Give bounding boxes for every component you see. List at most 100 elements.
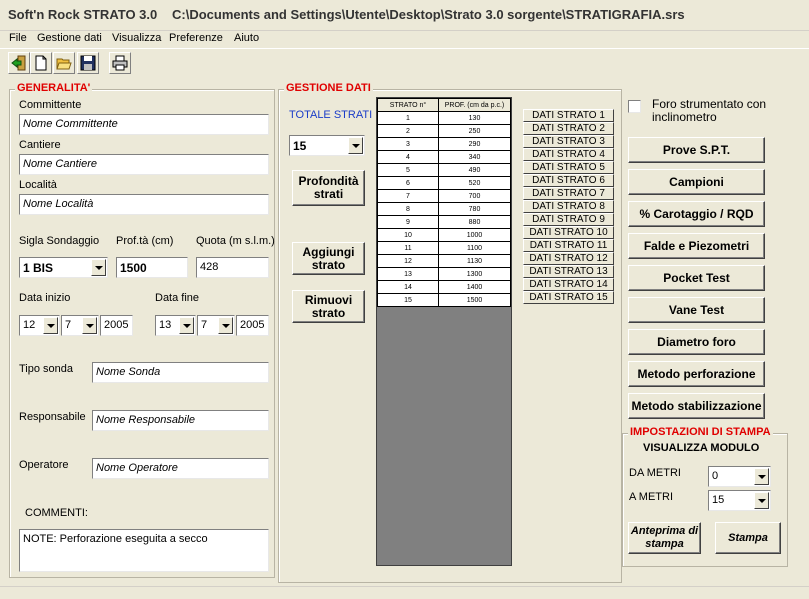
commenti-textarea[interactable]: NOTE: Perforazione eseguita a secco xyxy=(19,529,269,572)
strato-number-cell[interactable]: 8 xyxy=(377,202,439,216)
menu-visualizza[interactable]: Visualizza xyxy=(112,32,161,44)
table-row[interactable]: 8 780 xyxy=(377,202,511,216)
table-row[interactable]: 5 490 xyxy=(377,163,511,177)
campioni-button[interactable]: Campioni xyxy=(628,169,765,195)
open-button[interactable] xyxy=(53,52,75,74)
chevron-down-icon[interactable] xyxy=(82,317,97,334)
profondita-strati-button[interactable]: Profondità strati xyxy=(292,170,365,206)
cantiere-field[interactable]: Nome Cantiere xyxy=(19,154,269,175)
strato-depth-cell[interactable]: 780 xyxy=(438,202,511,216)
localita-field[interactable]: Nome Località xyxy=(19,194,269,215)
fine-year-field[interactable]: 2005 xyxy=(236,315,269,336)
strato-number-cell[interactable]: 13 xyxy=(377,267,439,281)
dati-strato-1-button[interactable]: DATI STRATO 1 xyxy=(523,109,614,122)
chevron-down-icon[interactable] xyxy=(348,137,363,154)
strato-depth-cell[interactable]: 1300 xyxy=(438,267,511,281)
table-row[interactable]: 11 1100 xyxy=(377,241,511,255)
chevron-down-icon[interactable] xyxy=(43,317,58,334)
dati-strato-2-button[interactable]: DATI STRATO 2 xyxy=(523,122,614,135)
strato-number-cell[interactable]: 4 xyxy=(377,150,439,164)
strato-depth-cell[interactable]: 1400 xyxy=(438,280,511,294)
strato-number-cell[interactable]: 10 xyxy=(377,228,439,242)
a-metri-combo[interactable]: 15 xyxy=(708,490,771,511)
strato-depth-cell[interactable]: 490 xyxy=(438,163,511,177)
table-row[interactable]: 10 1000 xyxy=(377,228,511,242)
print-button[interactable] xyxy=(109,52,131,74)
operatore-field[interactable]: Nome Operatore xyxy=(92,458,269,479)
da-metri-combo[interactable]: 0 xyxy=(708,466,771,487)
inizio-day-combo[interactable]: 12 xyxy=(19,315,60,336)
table-row[interactable]: 14 1400 xyxy=(377,280,511,294)
table-row[interactable]: 12 1130 xyxy=(377,254,511,268)
table-row[interactable]: 1 130 xyxy=(377,111,511,125)
strato-number-cell[interactable]: 1 xyxy=(377,111,439,125)
table-row[interactable]: 4 340 xyxy=(377,150,511,164)
metodo-perforazione-button[interactable]: Metodo perforazione xyxy=(628,361,765,387)
totale-strati-combo[interactable]: 15 xyxy=(289,135,365,156)
new-file-button[interactable] xyxy=(30,52,52,74)
strato-number-cell[interactable]: 2 xyxy=(377,124,439,138)
sigla-combo[interactable]: 1 BIS xyxy=(19,257,108,278)
committente-field[interactable]: Nome Committente xyxy=(19,114,269,135)
dati-strato-10-button[interactable]: DATI STRATO 10 xyxy=(523,226,614,239)
fine-day-combo[interactable]: 13 xyxy=(155,315,196,336)
strato-depth-cell[interactable]: 700 xyxy=(438,189,511,203)
chevron-down-icon[interactable] xyxy=(754,492,769,509)
dati-strato-8-button[interactable]: DATI STRATO 8 xyxy=(523,200,614,213)
strato-number-cell[interactable]: 5 xyxy=(377,163,439,177)
strato-number-cell[interactable]: 12 xyxy=(377,254,439,268)
dati-strato-13-button[interactable]: DATI STRATO 13 xyxy=(523,265,614,278)
strato-depth-cell[interactable]: 880 xyxy=(438,215,511,229)
dati-strato-7-button[interactable]: DATI STRATO 7 xyxy=(523,187,614,200)
dati-strato-14-button[interactable]: DATI STRATO 14 xyxy=(523,278,614,291)
menu-aiuto[interactable]: Aiuto xyxy=(234,32,259,44)
menu-preferenze[interactable]: Preferenze xyxy=(169,32,223,44)
strato-number-cell[interactable]: 3 xyxy=(377,137,439,151)
table-row[interactable]: 13 1300 xyxy=(377,267,511,281)
chevron-down-icon[interactable] xyxy=(179,317,194,334)
save-button[interactable] xyxy=(77,52,99,74)
inizio-year-field[interactable]: 2005 xyxy=(100,315,133,336)
chevron-down-icon[interactable] xyxy=(91,259,106,276)
anteprima-button[interactable]: Anteprima di stampa xyxy=(628,522,701,554)
rimuovi-strato-button[interactable]: Rimuovi strato xyxy=(292,290,365,323)
tipo-sonda-field[interactable]: Nome Sonda xyxy=(92,362,269,383)
menu-gestione-dati[interactable]: Gestione dati xyxy=(37,32,102,44)
strato-number-cell[interactable]: 15 xyxy=(377,293,439,307)
dati-strato-6-button[interactable]: DATI STRATO 6 xyxy=(523,174,614,187)
strato-number-cell[interactable]: 7 xyxy=(377,189,439,203)
strato-depth-cell[interactable]: 520 xyxy=(438,176,511,190)
prove-spt-button[interactable]: Prove S.P.T. xyxy=(628,137,765,163)
metodo-stabilizzazione-button[interactable]: Metodo stabilizzazione xyxy=(628,393,765,419)
pocket-test-button[interactable]: Pocket Test xyxy=(628,265,765,291)
dati-strato-3-button[interactable]: DATI STRATO 3 xyxy=(523,135,614,148)
vane-test-button[interactable]: Vane Test xyxy=(628,297,765,323)
strato-number-cell[interactable]: 11 xyxy=(377,241,439,255)
strato-depth-cell[interactable]: 1000 xyxy=(438,228,511,242)
stampa-button[interactable]: Stampa xyxy=(715,522,781,554)
carotaggio-rqd-button[interactable]: % Carotaggio / RQD xyxy=(628,201,765,227)
dati-strato-11-button[interactable]: DATI STRATO 11 xyxy=(523,239,614,252)
dati-strato-9-button[interactable]: DATI STRATO 9 xyxy=(523,213,614,226)
table-row[interactable]: 6 520 xyxy=(377,176,511,190)
strato-depth-cell[interactable]: 250 xyxy=(438,124,511,138)
table-row[interactable]: 9 880 xyxy=(377,215,511,229)
strato-number-cell[interactable]: 6 xyxy=(377,176,439,190)
dati-strato-4-button[interactable]: DATI STRATO 4 xyxy=(523,148,614,161)
quota-field[interactable]: 428 xyxy=(196,257,269,278)
dati-strato-5-button[interactable]: DATI STRATO 5 xyxy=(523,161,614,174)
strato-number-cell[interactable]: 14 xyxy=(377,280,439,294)
chevron-down-icon[interactable] xyxy=(218,317,233,334)
strato-number-cell[interactable]: 9 xyxy=(377,215,439,229)
table-row[interactable]: 3 290 xyxy=(377,137,511,151)
diametro-foro-button[interactable]: Diametro foro xyxy=(628,329,765,355)
strato-depth-cell[interactable]: 130 xyxy=(438,111,511,125)
table-row[interactable]: 2 250 xyxy=(377,124,511,138)
strato-depth-cell[interactable]: 1100 xyxy=(438,241,511,255)
strato-depth-cell[interactable]: 290 xyxy=(438,137,511,151)
aggiungi-strato-button[interactable]: Aggiungi strato xyxy=(292,242,365,275)
table-row[interactable]: 7 700 xyxy=(377,189,511,203)
table-row[interactable]: 15 1500 xyxy=(377,293,511,307)
dati-strato-15-button[interactable]: DATI STRATO 15 xyxy=(523,291,614,304)
menu-file[interactable]: File xyxy=(9,32,27,44)
